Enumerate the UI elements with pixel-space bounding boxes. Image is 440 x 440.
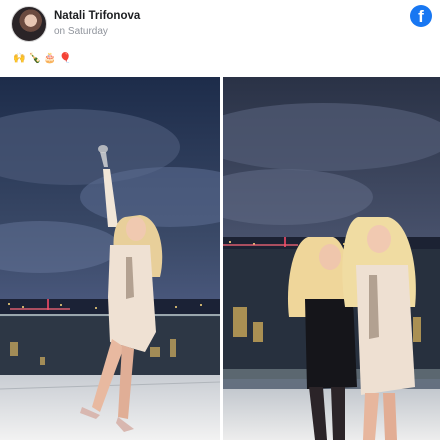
post-caption-emojis: 🙌 🍾 🎂 🎈 (13, 52, 72, 66)
photo-right-illustration (223, 77, 440, 440)
post-timestamp[interactable]: on Saturday (54, 26, 108, 37)
facebook-logo-icon[interactable]: f (410, 5, 432, 27)
photo-left-illustration (0, 77, 220, 440)
raising-hands-emoji: 🙌 (13, 53, 26, 64)
birthday-cake-emoji: 🎂 (43, 53, 57, 64)
balloon-emoji: 🎈 (59, 53, 72, 64)
champagne-emoji: 🍾 (28, 53, 41, 64)
author-name[interactable]: Natali Trifonova (54, 10, 140, 22)
rooftop-photo-left[interactable] (0, 77, 220, 440)
rooftop-photo-right[interactable] (223, 77, 440, 440)
post-header: Natali Trifonova on Saturday f (0, 0, 440, 48)
author-avatar[interactable] (11, 6, 47, 42)
